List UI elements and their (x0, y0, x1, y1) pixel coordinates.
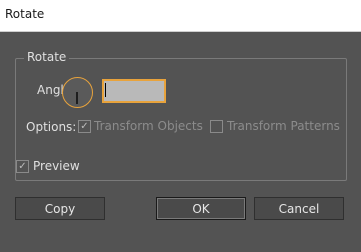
ok-button[interactable]: OK (156, 197, 246, 220)
dial-hand (76, 92, 78, 104)
dialog-title: Rotate (5, 7, 45, 21)
text-caret (105, 83, 106, 97)
angle-input[interactable] (102, 79, 166, 103)
transform-objects-label: Transform Objects (94, 119, 203, 133)
copy-button[interactable]: Copy (15, 197, 105, 220)
preview-checkbox[interactable]: ✓ (16, 160, 29, 173)
transform-objects-checkbox[interactable]: ✓ (78, 120, 91, 133)
dialog-titlebar: Rotate (0, 0, 361, 32)
options-label: Options: (26, 120, 77, 134)
rotate-group-title: Rotate (24, 50, 70, 64)
cancel-button[interactable]: Cancel (254, 197, 344, 220)
transform-patterns-checkbox[interactable] (210, 120, 223, 133)
dialog-body: Rotate Angle: Options: ✓ Transform Objec… (0, 32, 361, 252)
preview-label: Preview (33, 159, 80, 173)
transform-patterns-label: Transform Patterns (227, 119, 340, 133)
angle-dial[interactable] (62, 77, 93, 108)
